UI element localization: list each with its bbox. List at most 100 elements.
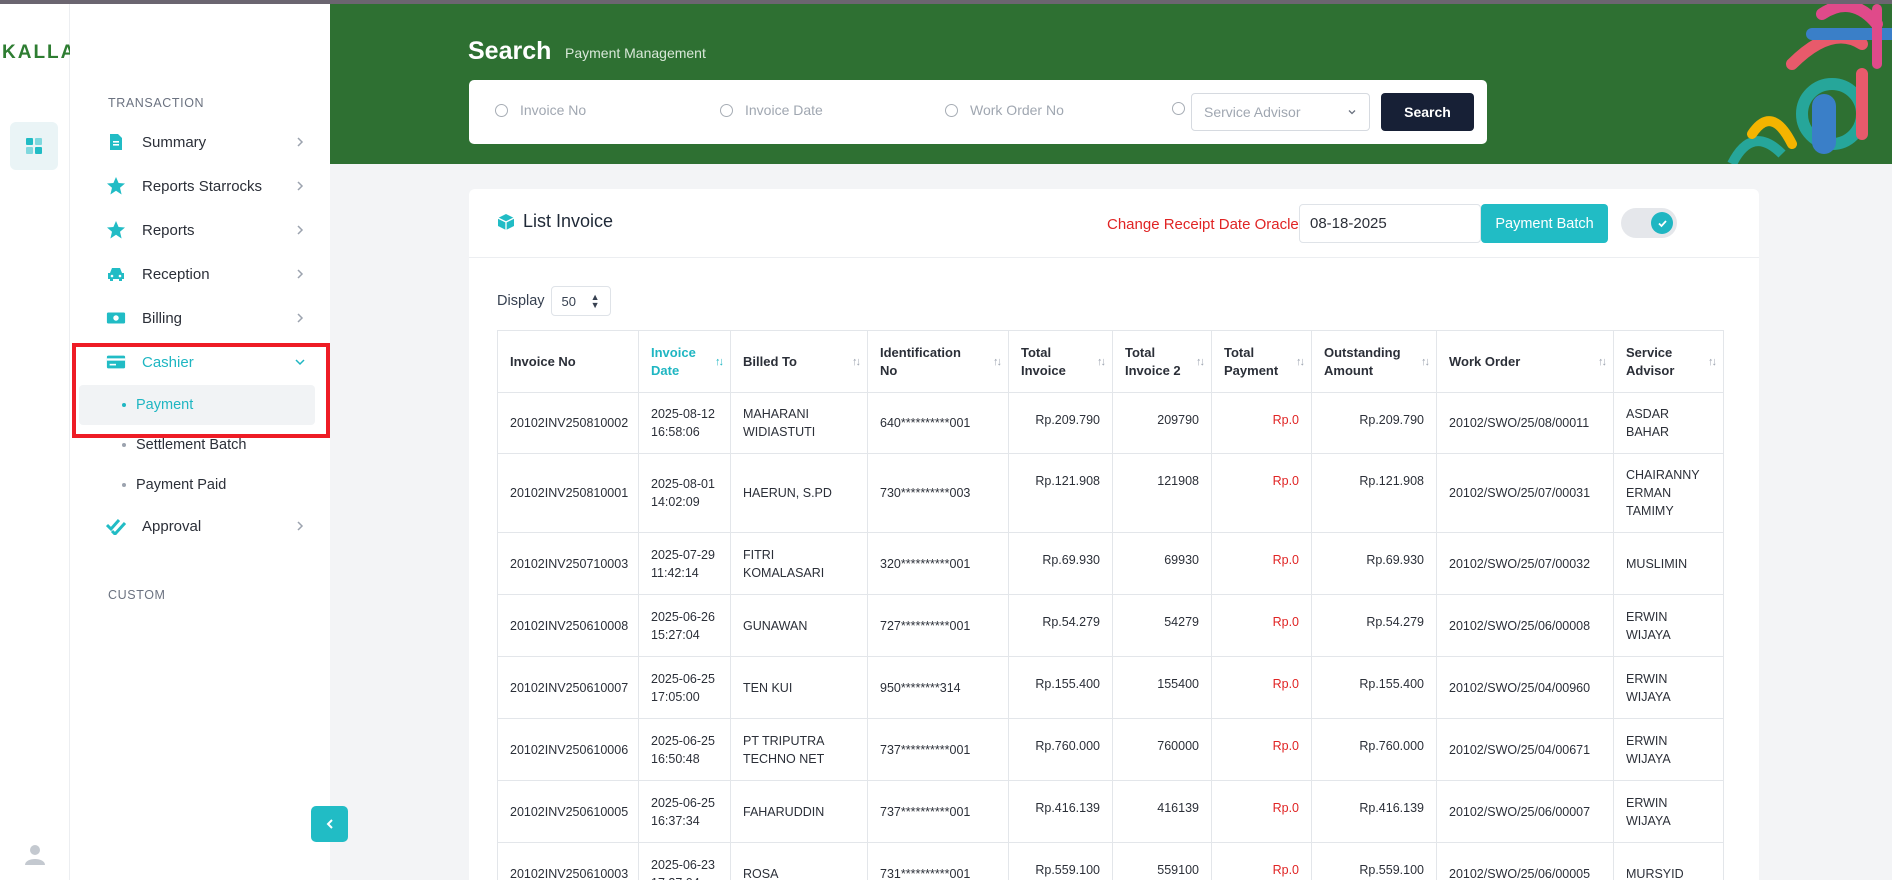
col-invoice-date[interactable]: Invoice Date ↑↓	[638, 330, 731, 393]
cell-outstanding-amount: Rp.416.139	[1311, 780, 1437, 843]
cell-billed-to: PT TRIPUTRA TECHNO NET	[730, 718, 868, 781]
cell-work-order: 20102/SWO/25/08/00011	[1436, 392, 1614, 454]
cell-total-invoice: Rp.155.400	[1008, 656, 1113, 719]
cell-total-invoice: Rp.760.000	[1008, 718, 1113, 781]
cell-invoice-no: 20102INV250610006	[497, 718, 639, 781]
display-control: Display 50 ▲ ▼	[497, 286, 611, 316]
cell-outstanding-amount: Rp.54.279	[1311, 594, 1437, 657]
sort-icon: ↑↓	[1708, 355, 1717, 368]
list-title-text: List Invoice	[523, 211, 614, 231]
col-outstanding-amount[interactable]: Outstanding Amount ↑↓	[1311, 330, 1437, 393]
table-row[interactable]: 20102INV250610007 2025-06-25 17:05:00 TE…	[497, 656, 1724, 719]
col-label: Invoice No	[510, 353, 576, 369]
cell-outstanding-amount: Rp.69.930	[1311, 532, 1437, 595]
cell-invoice-no: 20102INV250610008	[497, 594, 639, 657]
sidebar-item-approval[interactable]: Approval	[106, 510, 306, 542]
star-icon	[106, 220, 126, 240]
bullet-dot	[122, 483, 126, 487]
sidebar-item-reception[interactable]: Reception	[106, 258, 306, 290]
search-invoice-date[interactable]: Invoice Date	[720, 102, 823, 118]
cell-identification-no: 731**********001	[867, 842, 1009, 880]
sidebar-item-reports-starrocks[interactable]: Reports Starrocks	[106, 170, 306, 202]
table-row[interactable]: 20102INV250810001 2025-08-01 14:02:09 HA…	[497, 453, 1724, 533]
sort-icon: ↑↓	[1421, 355, 1430, 368]
star-icon	[106, 176, 126, 196]
radio-icon	[1172, 102, 1185, 115]
cell-service-advisor: ERWIN WIJAYA	[1613, 594, 1724, 657]
collapse-sidebar-button[interactable]	[311, 806, 348, 842]
sidebar-item-label: Summary	[142, 133, 207, 151]
cell-total-invoice-2: 559100	[1112, 842, 1212, 880]
chevron-down-icon	[1348, 110, 1356, 115]
col-label: Total Payment	[1224, 344, 1279, 378]
col-invoice-no[interactable]: Invoice No	[497, 330, 639, 393]
sidebar-subitem-settlement-batch[interactable]: Settlement Batch	[122, 435, 246, 455]
cell-total-invoice: Rp.559.100	[1008, 842, 1113, 880]
cell-service-advisor: MUSLIMIN	[1613, 532, 1724, 595]
table-row[interactable]: 20102INV250610008 2025-06-26 15:27:04 GU…	[497, 594, 1724, 657]
cell-total-payment: Rp.0	[1211, 532, 1312, 595]
cell-total-payment: Rp.0	[1211, 842, 1312, 880]
sidebar: TRANSACTION Summary Reports Starrocks Re…	[70, 4, 330, 880]
search-button[interactable]: Search	[1381, 93, 1474, 131]
cell-total-invoice: Rp.416.139	[1008, 780, 1113, 843]
cell-total-payment: Rp.0	[1211, 656, 1312, 719]
table-row[interactable]: 20102INV250610003 2025-06-23 17:27:04 RO…	[497, 842, 1724, 880]
search-work-order[interactable]: Work Order No	[945, 102, 1064, 118]
col-billed-to[interactable]: Billed To ↑↓	[730, 330, 868, 393]
sidebar-item-billing[interactable]: Billing	[106, 302, 306, 334]
col-service-advisor[interactable]: Service Advisor ↑↓	[1613, 330, 1724, 393]
sidebar-item-label: Reports Starrocks	[142, 177, 263, 195]
table-row[interactable]: 20102INV250610005 2025-06-25 16:37:34 FA…	[497, 780, 1724, 843]
cell-work-order: 20102/SWO/25/04/00671	[1436, 718, 1614, 781]
sidebar-item-reports[interactable]: Reports	[106, 214, 306, 246]
cell-billed-to: MAHARANI WIDIASTUTI	[730, 392, 868, 454]
cell-total-invoice-2: 155400	[1112, 656, 1212, 719]
highlight-box	[72, 343, 330, 438]
cell-work-order: 20102/SWO/25/07/00031	[1436, 453, 1614, 533]
service-advisor-select[interactable]: Service Advisor	[1191, 93, 1370, 131]
col-work-order[interactable]: Work Order ↑↓	[1436, 330, 1614, 393]
cell-invoice-date: 2025-08-01 14:02:09	[638, 453, 731, 533]
col-identification-no[interactable]: Identification No ↑↓	[867, 330, 1009, 393]
money-icon	[106, 308, 126, 328]
table-row[interactable]: 20102INV250610006 2025-06-25 16:50:48 PT…	[497, 718, 1724, 781]
sidebar-subitem-payment-paid[interactable]: Payment Paid	[122, 475, 226, 495]
col-total-invoice[interactable]: Total Invoice ↑↓	[1008, 330, 1113, 393]
sidebar-item-label: Reports	[142, 221, 195, 239]
change-receipt-date-link[interactable]: Change Receipt Date Oracle	[1107, 216, 1299, 233]
cell-identification-no: 320**********001	[867, 532, 1009, 595]
table-row[interactable]: 20102INV250810002 2025-08-12 16:58:06 MA…	[497, 392, 1724, 454]
radio-icon	[495, 103, 508, 117]
col-label: Identification No	[880, 344, 961, 378]
payment-batch-button[interactable]: Payment Batch	[1481, 204, 1608, 243]
search-invoice-no[interactable]: Invoice No	[495, 102, 586, 118]
sidebar-item-summary[interactable]: Summary	[106, 126, 306, 158]
section-custom: CUSTOM	[108, 588, 166, 602]
table-body: 20102INV250810002 2025-08-12 16:58:06 MA…	[497, 392, 1724, 880]
cell-billed-to: FITRI KOMALASARI	[730, 532, 868, 595]
cell-total-invoice: Rp.121.908	[1008, 453, 1113, 533]
display-count-select[interactable]: 50 ▲ ▼	[550, 286, 611, 316]
cell-billed-to: GUNAWAN	[730, 594, 868, 657]
receipt-date-input[interactable]: 08-18-2025	[1299, 204, 1481, 243]
cell-outstanding-amount: Rp.559.100	[1311, 842, 1437, 880]
col-total-payment[interactable]: Total Payment ↑↓	[1211, 330, 1312, 393]
cell-work-order: 20102/SWO/25/06/00008	[1436, 594, 1614, 657]
col-label: Total Invoice 2	[1125, 344, 1181, 378]
col-total-invoice-2[interactable]: Total Invoice 2 ↑↓	[1112, 330, 1212, 393]
cell-total-invoice: Rp.69.930	[1008, 532, 1113, 595]
batch-toggle[interactable]	[1621, 208, 1677, 238]
col-label: Invoice Date	[651, 344, 696, 378]
section-transaction: TRANSACTION	[108, 96, 205, 110]
cell-identification-no: 950********314	[867, 656, 1009, 719]
decorative-pattern	[1727, 4, 1892, 164]
cell-identification-no: 727**********001	[867, 594, 1009, 657]
cell-service-advisor: ASDAR BAHAR	[1613, 392, 1724, 454]
table-row[interactable]: 20102INV250710003 2025-07-29 11:42:14 FI…	[497, 532, 1724, 595]
cell-total-invoice-2: 760000	[1112, 718, 1212, 781]
col-label: Outstanding Amount	[1324, 344, 1401, 378]
dashboard-rail-button[interactable]	[10, 122, 58, 170]
user-avatar-icon[interactable]	[23, 842, 47, 866]
display-count-value: 50	[561, 293, 577, 309]
